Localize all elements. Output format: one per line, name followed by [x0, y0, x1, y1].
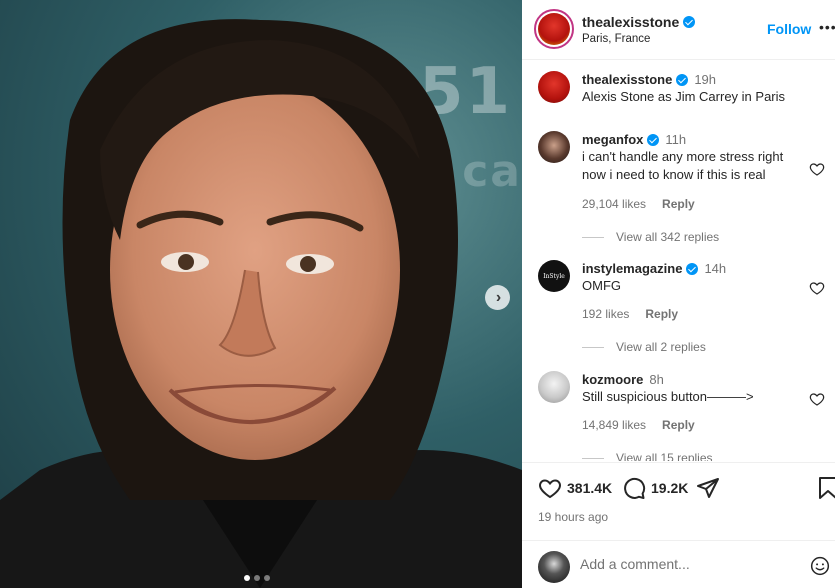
carousel-dot — [264, 575, 270, 581]
like-comment-heart-icon[interactable] — [809, 161, 825, 177]
comment-time[interactable]: 8h — [649, 372, 663, 387]
post-photo[interactable]: 51 ca › — [0, 0, 522, 588]
current-user-avatar[interactable] — [538, 551, 570, 583]
heart-icon — [539, 479, 561, 499]
carousel-dot — [254, 575, 260, 581]
comment-avatar[interactable] — [538, 371, 570, 403]
paper-plane-icon — [697, 478, 719, 498]
comment-avatar[interactable] — [538, 131, 570, 163]
caption-time[interactable]: 19h — [694, 72, 716, 87]
carousel-indicator — [244, 575, 270, 581]
comment-meta: 192 likes Reply — [582, 307, 678, 321]
divider-line — [582, 236, 604, 238]
view-replies-button[interactable]: View all 342 replies — [582, 230, 719, 244]
share-button[interactable] — [696, 476, 720, 500]
reply-button[interactable]: Reply — [662, 197, 695, 211]
save-button[interactable] — [818, 476, 835, 500]
view-replies-button[interactable]: View all 15 replies — [582, 451, 713, 461]
bookmark-icon — [819, 477, 835, 499]
view-replies-label[interactable]: View all 15 replies — [616, 451, 713, 461]
comment-meta: 14,849 likes Reply — [582, 418, 695, 432]
verified-badge-icon — [647, 133, 660, 146]
reply-button[interactable]: Reply — [645, 307, 678, 321]
chevron-right-icon: › — [495, 288, 502, 306]
comment-meta: 29,104 likes Reply — [582, 197, 695, 211]
comment-username[interactable]: meganfox — [582, 132, 643, 147]
verified-badge-icon — [683, 16, 696, 28]
caption-username[interactable]: thealexisstone — [582, 72, 672, 87]
caption-author-avatar[interactable] — [538, 71, 570, 103]
comment-time[interactable]: 11h — [665, 132, 686, 147]
comment-bubble-icon — [624, 477, 646, 499]
add-comment-input[interactable] — [580, 556, 800, 572]
comment-button[interactable]: 19.2K — [622, 476, 688, 500]
emoji-icon[interactable] — [810, 556, 830, 576]
comment-text: Still suspicious button———> — [582, 389, 754, 404]
post-header: thealexisstone Paris, France Follow ••• — [522, 0, 835, 60]
author-avatar[interactable] — [534, 9, 574, 49]
post-timestamp[interactable]: 19 hours ago — [538, 510, 608, 524]
comment-likes[interactable]: 14,849 likes — [582, 418, 646, 432]
comments-list[interactable]: thealexisstone 19h Alexis Stone as Jim C… — [522, 61, 835, 461]
more-options-icon[interactable]: ••• — [819, 19, 835, 35]
view-replies-label[interactable]: View all 2 replies — [616, 340, 706, 354]
caption-text: Alexis Stone as Jim Carrey in Paris — [582, 89, 786, 104]
comment-avatar[interactable]: InStyle — [538, 260, 570, 292]
comment-username[interactable]: kozmoore — [582, 372, 643, 387]
comment-count[interactable]: 19.2K — [651, 480, 688, 496]
instyle-logo: InStyle — [543, 272, 565, 280]
divider-line — [582, 457, 604, 459]
comment-likes[interactable]: 29,104 likes — [582, 197, 646, 211]
comment-likes[interactable]: 192 likes — [582, 307, 629, 321]
like-count[interactable]: 381.4K — [567, 480, 612, 496]
comment-time[interactable]: 14h — [704, 261, 726, 276]
like-comment-heart-icon[interactable] — [809, 391, 825, 407]
add-comment-bar — [522, 540, 835, 588]
post-actions-bar: 381.4K 19.2K 19 hours ago — [522, 462, 835, 534]
post-location[interactable]: Paris, France — [582, 33, 650, 45]
comment-text: OMFG — [582, 278, 621, 293]
like-comment-heart-icon[interactable] — [809, 280, 825, 296]
verified-badge-icon — [676, 73, 689, 86]
view-replies-label[interactable]: View all 342 replies — [616, 230, 719, 244]
author-username[interactable]: thealexisstone — [582, 14, 679, 30]
verified-badge-icon — [686, 262, 699, 275]
reply-button[interactable]: Reply — [662, 418, 695, 432]
comment-text: i can't handle any more stress right now… — [582, 149, 784, 182]
divider-line — [582, 346, 604, 348]
comment-username[interactable]: instylemagazine — [582, 261, 682, 276]
portrait-illustration — [0, 19, 522, 588]
like-button[interactable]: 381.4K — [538, 476, 612, 500]
post-side-panel: thealexisstone Paris, France Follow ••• … — [522, 0, 835, 588]
follow-button[interactable]: Follow — [767, 21, 811, 37]
author-username-row[interactable]: thealexisstone — [582, 14, 696, 30]
next-photo-button[interactable]: › — [485, 285, 510, 310]
view-replies-button[interactable]: View all 2 replies — [582, 340, 706, 354]
carousel-dot-active — [244, 575, 250, 581]
